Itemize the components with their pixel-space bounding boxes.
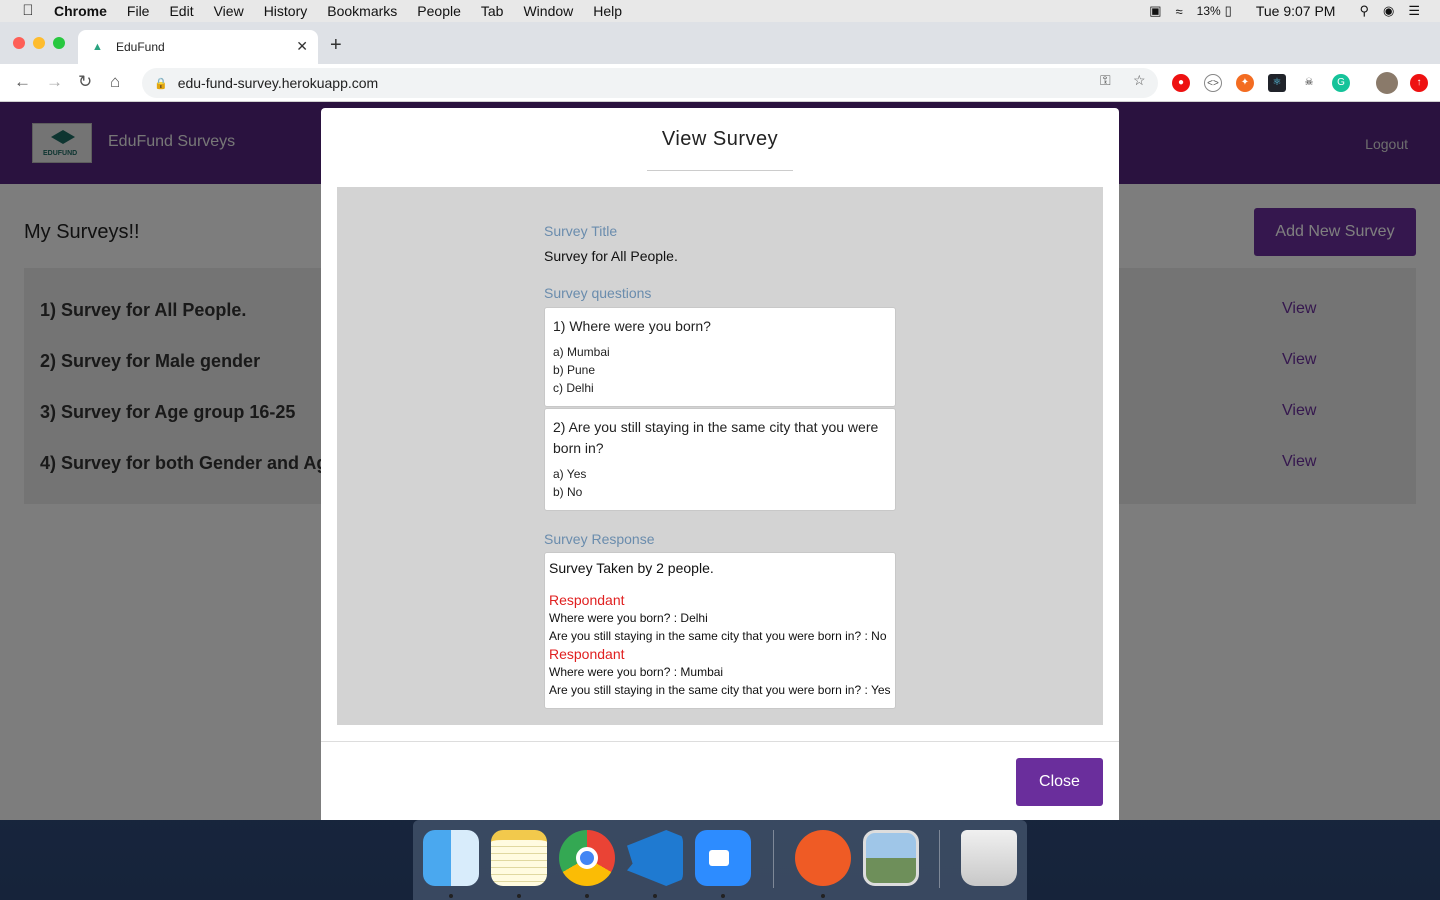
dock <box>413 820 1027 900</box>
back-icon[interactable]: ← <box>14 72 31 92</box>
respondent-label: Respondant <box>549 592 625 608</box>
maximize-window-icon[interactable] <box>53 37 65 49</box>
minimize-window-icon[interactable] <box>33 37 45 49</box>
close-window-icon[interactable] <box>13 37 25 49</box>
survey-response-label: Survey Response <box>544 531 655 547</box>
chrome-icon[interactable] <box>559 830 615 886</box>
view-survey-modal: View Survey Survey Title Survey for All … <box>321 108 1119 820</box>
running-indicator <box>821 894 825 898</box>
clock[interactable]: Tue 9:07 PM <box>1256 3 1336 19</box>
tab-title: EduFund <box>116 40 165 54</box>
key-icon[interactable]: ⚿ <box>1100 72 1111 89</box>
tab-bar: ▲ EduFund ✕ + <box>0 22 1440 64</box>
running-indicator <box>653 894 657 898</box>
wifi-icon[interactable]: ≈ <box>1176 4 1183 19</box>
question-option: c) Delhi <box>553 381 594 395</box>
modal-footer-divider <box>321 741 1119 742</box>
home-icon[interactable]: ⌂ <box>110 72 120 92</box>
running-indicator <box>517 894 521 898</box>
notes-icon[interactable] <box>491 830 547 886</box>
extension-pirate-icon[interactable]: ☠ <box>1300 74 1318 92</box>
title-divider <box>647 170 793 171</box>
chrome-center <box>576 847 598 869</box>
trash-icon[interactable] <box>961 830 1017 886</box>
address-bar[interactable]: 🔒 edu-fund-survey.herokuapp.com <box>142 68 1158 98</box>
question-text: 2) Are you still staying in the same cit… <box>553 419 879 456</box>
forward-icon[interactable]: → <box>46 72 63 92</box>
respondent-answer: Where were you born? : Mumbai <box>549 665 724 679</box>
browser-tab[interactable]: ▲ EduFund ✕ <box>78 30 318 64</box>
respondent-answer: Where were you born? : Delhi <box>549 611 708 625</box>
browser-window: ▲ EduFund ✕ + ← → ↻ ⌂ 🔒 edu-fund-survey.… <box>0 22 1440 820</box>
notification-center-icon[interactable]: ☰ <box>1408 3 1420 19</box>
extension-orange-icon[interactable]: ✦ <box>1236 74 1254 92</box>
finder-icon[interactable] <box>423 830 479 886</box>
response-card: Survey Taken by 2 people. Respondant Whe… <box>544 552 896 709</box>
react-devtools-icon[interactable]: ⚛ <box>1268 74 1286 92</box>
zoom-camera-shape <box>709 850 729 866</box>
close-tab-icon[interactable]: ✕ <box>296 38 308 55</box>
apple-icon[interactable]:  <box>20 3 36 19</box>
menu-history[interactable]: History <box>264 3 308 19</box>
dock-separator <box>939 830 940 888</box>
menu-bookmarks[interactable]: Bookmarks <box>327 3 397 19</box>
zoom-icon[interactable] <box>695 830 751 886</box>
favicon-icon: ▲ <box>92 41 103 53</box>
battery-percent: 13% <box>1196 4 1221 18</box>
dock-separator <box>773 830 774 888</box>
running-indicator <box>449 894 453 898</box>
menu-app-name[interactable]: Chrome <box>54 3 107 19</box>
reload-icon[interactable]: ↻ <box>78 72 92 92</box>
respondent-label: Respondant <box>549 646 625 662</box>
menu-file[interactable]: File <box>127 3 150 19</box>
profile-avatar-icon[interactable] <box>1376 72 1398 94</box>
modal-body: Survey Title Survey for All People. Surv… <box>337 187 1103 725</box>
menu-view[interactable]: View <box>214 3 244 19</box>
modal-title: View Survey <box>661 128 779 150</box>
respondent-answer: Are you still staying in the same city t… <box>549 683 891 697</box>
menu-bar:  Chrome File Edit View History Bookmark… <box>0 0 1440 22</box>
menu-people[interactable]: People <box>417 3 461 19</box>
survey-title-value: Survey for All People. <box>544 248 678 264</box>
preview-icon[interactable] <box>863 830 919 886</box>
survey-questions-label: Survey questions <box>544 285 652 301</box>
menu-help[interactable]: Help <box>593 3 622 19</box>
screen-record-icon[interactable]: ▣ <box>1149 3 1161 19</box>
question-text: 1) Where were you born? <box>553 318 711 334</box>
browser-toolbar: ← → ↻ ⌂ 🔒 edu-fund-survey.herokuapp.com … <box>0 64 1440 102</box>
extension-red-icon[interactable]: ● <box>1172 74 1190 92</box>
question-option: a) Yes <box>553 467 587 481</box>
question-option: b) No <box>553 485 583 499</box>
update-icon[interactable]: ↑ <box>1410 74 1428 92</box>
siri-icon[interactable]: ◉ <box>1383 3 1394 19</box>
question-option: a) Mumbai <box>553 345 610 359</box>
vscode-icon[interactable] <box>627 830 683 886</box>
spotlight-icon[interactable]: ⚲ <box>1359 3 1369 19</box>
grammarly-icon[interactable]: G <box>1332 74 1350 92</box>
bookmark-star-icon[interactable]: ☆ <box>1133 72 1146 89</box>
close-modal-button[interactable]: Close <box>1016 758 1103 806</box>
running-indicator <box>585 894 589 898</box>
question-option: b) Pune <box>553 363 596 377</box>
menu-window[interactable]: Window <box>523 3 573 19</box>
new-tab-icon[interactable]: + <box>330 34 342 57</box>
battery-icon[interactable]: ▯ <box>1225 3 1232 19</box>
lock-icon[interactable]: 🔒 <box>154 77 168 90</box>
url-text: edu-fund-survey.herokuapp.com <box>177 75 379 91</box>
menu-tab[interactable]: Tab <box>481 3 504 19</box>
question-card: 1) Where were you born? a) Mumbai b) Pun… <box>544 307 896 407</box>
postman-icon[interactable] <box>795 830 851 886</box>
question-card: 2) Are you still staying in the same cit… <box>544 408 896 511</box>
survey-title-label: Survey Title <box>544 223 618 239</box>
respondent-answer: Are you still staying in the same city t… <box>549 629 887 643</box>
running-indicator <box>721 894 725 898</box>
extension-code-icon[interactable]: <> <box>1204 74 1222 92</box>
response-count: Survey Taken by 2 people. <box>549 560 714 576</box>
menu-edit[interactable]: Edit <box>169 3 193 19</box>
